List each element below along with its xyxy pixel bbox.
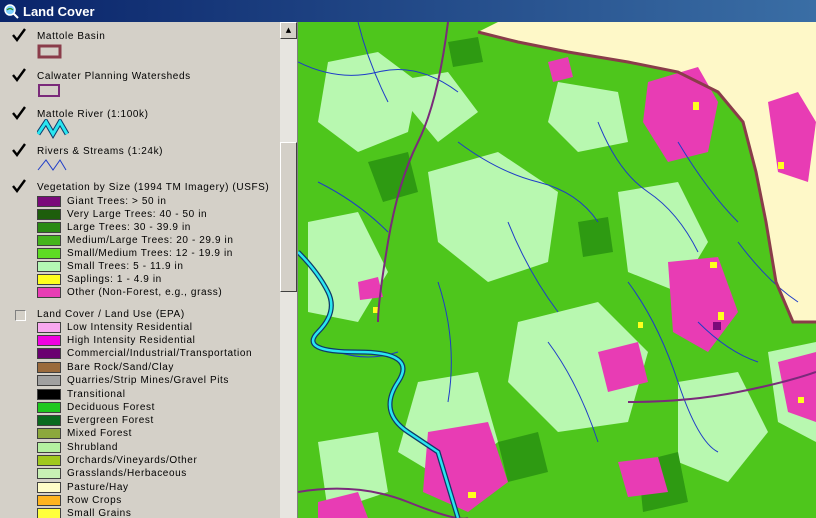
color-swatch — [37, 222, 61, 233]
color-swatch — [37, 415, 61, 426]
class-label: Deciduous Forest — [67, 402, 155, 413]
class-label: Mixed Forest — [67, 428, 132, 439]
class-label: Medium/Large Trees: 20 - 29.9 in — [67, 235, 234, 246]
class-label: Giant Trees: > 50 in — [67, 196, 167, 207]
legend-panel: Mattole Basin Calwater Planning Watershe… — [0, 22, 298, 518]
layer-name-vegetation: Vegetation by Size (1994 TM Imagery) (US… — [37, 182, 270, 193]
class-label: Saplings: 1 - 4.9 in — [67, 274, 162, 285]
color-swatch — [37, 389, 61, 400]
window-title: Land Cover — [23, 3, 95, 19]
river-line-symbol — [37, 119, 69, 139]
layer-visibility-checkbox[interactable] — [15, 310, 26, 321]
checkmark-icon[interactable] — [12, 179, 26, 193]
legend-scrollbar[interactable]: ▲ — [280, 22, 297, 518]
legend-class-row: Bare Rock/Sand/Clay — [37, 361, 174, 374]
scroll-thumb[interactable] — [280, 142, 297, 292]
color-swatch — [37, 209, 61, 220]
legend-class-row: High Intensity Residential — [37, 334, 195, 347]
color-swatch — [37, 428, 61, 439]
checkmark-icon[interactable] — [12, 106, 26, 120]
stream-line-symbol — [37, 159, 67, 171]
color-swatch — [37, 468, 61, 479]
class-label: Shrubland — [67, 442, 118, 453]
class-label: Small Grains — [67, 508, 132, 518]
checkmark-icon[interactable] — [12, 28, 26, 42]
class-label: Very Large Trees: 40 - 50 in — [67, 209, 208, 220]
class-label: Orchards/Vineyards/Other — [67, 455, 198, 466]
legend-class-row: Small Grains — [37, 507, 131, 518]
scroll-up-button[interactable]: ▲ — [280, 22, 297, 39]
class-label: Pasture/Hay — [67, 482, 129, 493]
legend-class-row: Very Large Trees: 40 - 50 in — [37, 208, 207, 221]
legend-class-row: Small/Medium Trees: 12 - 19.9 in — [37, 247, 233, 260]
class-label: Evergreen Forest — [67, 415, 154, 426]
watershed-outline-symbol — [38, 84, 60, 97]
class-label: Grasslands/Herbaceous — [67, 468, 187, 479]
color-swatch — [37, 362, 61, 373]
color-swatch — [37, 274, 61, 285]
legend-class-row: Saplings: 1 - 4.9 in — [37, 273, 162, 286]
class-label: Low Intensity Residential — [67, 322, 193, 333]
class-label: Commercial/Industrial/Transportation — [67, 348, 253, 359]
legend-class-row: Large Trees: 30 - 39.9 in — [37, 221, 191, 234]
class-label: Small Trees: 5 - 11.9 in — [67, 261, 184, 272]
class-label: Row Crops — [67, 495, 122, 506]
legend-class-row: Low Intensity Residential — [37, 321, 193, 334]
giant-trees-patch — [713, 322, 721, 330]
basin-outline-symbol — [37, 44, 62, 59]
legend-class-row: Giant Trees: > 50 in — [37, 195, 167, 208]
legend-class-row: Other (Non-Forest, e.g., grass) — [37, 286, 222, 299]
color-swatch — [37, 348, 61, 359]
legend-class-row: Quarries/Strip Mines/Gravel Pits — [37, 374, 229, 387]
class-label: Quarries/Strip Mines/Gravel Pits — [67, 375, 230, 386]
color-swatch — [37, 508, 61, 518]
class-label: Small/Medium Trees: 12 - 19.9 in — [67, 248, 233, 259]
color-swatch — [37, 402, 61, 413]
legend-class-row: Grasslands/Herbaceous — [37, 467, 187, 480]
color-swatch — [37, 455, 61, 466]
legend-class-row: Transitional — [37, 388, 126, 401]
title-bar[interactable]: Land Cover — [0, 0, 816, 22]
checkmark-icon[interactable] — [12, 143, 26, 157]
color-swatch — [37, 248, 61, 259]
legend-class-row: Evergreen Forest — [37, 414, 154, 427]
legend-class-row: Mixed Forest — [37, 427, 132, 440]
layer-name-land-cover-epa: Land Cover / Land Use (EPA) — [37, 309, 185, 320]
color-swatch — [37, 196, 61, 207]
legend-class-row: Pasture/Hay — [37, 481, 129, 494]
legend-class-row: Small Trees: 5 - 11.9 in — [37, 260, 183, 273]
layer-name-rivers-streams: Rivers & Streams (1:24k) — [37, 146, 164, 157]
legend-class-row: Medium/Large Trees: 20 - 29.9 in — [37, 234, 234, 247]
class-label: Large Trees: 30 - 39.9 in — [67, 222, 191, 233]
color-swatch — [37, 482, 61, 493]
checkmark-icon[interactable] — [12, 68, 26, 82]
class-label: Bare Rock/Sand/Clay — [67, 362, 175, 373]
color-swatch — [37, 287, 61, 298]
legend-class-row: Orchards/Vineyards/Other — [37, 454, 197, 467]
legend-class-row: Shrubland — [37, 441, 118, 454]
color-swatch — [37, 261, 61, 272]
layer-name-mattole-basin: Mattole Basin — [37, 31, 106, 42]
color-swatch — [37, 335, 61, 346]
layer-name-calwater: Calwater Planning Watersheds — [37, 71, 191, 82]
legend-class-row: Deciduous Forest — [37, 401, 155, 414]
map-view[interactable] — [298, 22, 816, 518]
class-label: Other (Non-Forest, e.g., grass) — [67, 287, 223, 298]
color-swatch — [37, 442, 61, 453]
magnifier-globe-icon — [4, 4, 19, 19]
color-swatch — [37, 375, 61, 386]
class-label: High Intensity Residential — [67, 335, 196, 346]
legend-class-row: Row Crops — [37, 494, 122, 507]
legend-class-row: Commercial/Industrial/Transportation — [37, 347, 252, 360]
color-swatch — [37, 322, 61, 333]
color-swatch — [37, 495, 61, 506]
land-cover-map[interactable] — [298, 22, 816, 518]
color-swatch — [37, 235, 61, 246]
class-label: Transitional — [67, 389, 126, 400]
